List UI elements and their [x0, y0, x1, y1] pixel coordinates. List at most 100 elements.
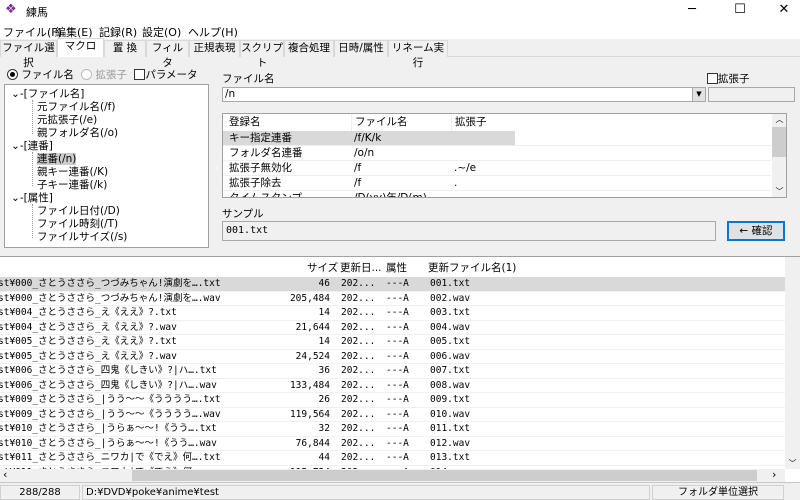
tree-item[interactable]: 連番(/n)	[37, 153, 77, 166]
col-header-name[interactable]: 登録名	[229, 114, 261, 131]
tab-filter[interactable]: フィルタ	[146, 40, 189, 69]
file-size: 14	[318, 336, 330, 347]
tree-item[interactable]: 子キー連番(/k)	[37, 179, 107, 192]
file-attr: ---A	[386, 452, 409, 463]
radio-filename[interactable]: ファイル名	[7, 69, 74, 81]
tree-item[interactable]: 親フォルダ名(/o)	[37, 127, 118, 140]
list-hscrollbar[interactable]: ‹ ›	[0, 468, 785, 482]
scroll-right-icon[interactable]: ›	[772, 468, 776, 481]
macro-row[interactable]: タイムスタンプ/D(yy)年/D(m)	[223, 191, 771, 198]
file-new-name: 008.wav	[430, 379, 471, 391]
file-row[interactable]: st¥006_さとうささら_四鬼《しきい》?|ハ….wav 133,484 202.…	[0, 379, 785, 393]
menu-record[interactable]: 記録(R)	[99, 24, 137, 40]
file-date: 202...	[341, 292, 376, 304]
tree-item-label: 元拡張子(/e)	[37, 114, 98, 126]
hscroll-thumb[interactable]	[132, 470, 757, 481]
tab-replace[interactable]: 置 換	[104, 40, 146, 57]
col-header-size[interactable]: サイズ	[307, 259, 338, 277]
list-vscrollbar[interactable]: ﹀	[785, 257, 800, 469]
tab-script[interactable]: スクリプト	[240, 40, 284, 69]
menu-file[interactable]: ファイル(F)	[3, 24, 62, 40]
file-row[interactable]: st¥004_さとうささら_え《ええ》?.txt 14 202... ---A 003.…	[0, 306, 785, 321]
tab-rename[interactable]: リネーム実行	[388, 40, 448, 69]
status-count: 288/288	[0, 485, 80, 500]
file-row[interactable]: st¥010_さとうささら_|うらぁ〜〜!《うう….txt 32 202... ---…	[0, 422, 785, 437]
file-row[interactable]: st¥005_さとうささら_え《ええ》?.txt 14 202... ---A 005.…	[0, 335, 785, 350]
tree-item[interactable]: ファイルサイズ(/s)	[37, 231, 127, 244]
file-row[interactable]: st¥011_さとうささら_ニワカ|で《でえ》何….txt 44 202... ---…	[0, 451, 785, 466]
ext-input[interactable]	[708, 87, 795, 102]
radio-filename-label: ファイル名	[21, 69, 74, 81]
macro-row[interactable]: 拡張子除去/f.	[223, 176, 771, 191]
chevron-down-icon[interactable]: ⌄	[11, 192, 20, 204]
file-size: 133,484	[289, 379, 330, 391]
tree-group[interactable]: ⌄-[ファイル名]	[11, 88, 84, 101]
radio-extension[interactable]: 拡張子	[81, 69, 127, 81]
file-row[interactable]: st¥006_さとうささら_四鬼《しきい》?|ハ….txt 36 202... ---…	[0, 364, 785, 379]
file-attr: ---A	[386, 292, 409, 304]
tab-datetime[interactable]: 日時/属性	[334, 40, 388, 57]
macro-name: タイムスタンプ	[229, 192, 302, 198]
file-row[interactable]: st¥009_さとうささら_|うう〜〜《うううう….wav 119,564 202.…	[0, 408, 785, 422]
file-row[interactable]: st¥000_さとうささら_つづみちゃん!演劇を….txt 46 202... ---…	[0, 277, 785, 292]
col-header-newname[interactable]: 更新ファイル名(1)	[428, 259, 516, 277]
tab-regex[interactable]: 正規表現	[189, 40, 240, 57]
macro-scrollbar[interactable]: ︿ ﹀	[772, 114, 786, 197]
menu-settings[interactable]: 設定(O)	[142, 24, 181, 40]
filename-combo[interactable]: /n ▼	[222, 87, 706, 102]
tab-macro[interactable]: マクロ	[57, 38, 104, 57]
tree-item[interactable]: 元拡張子(/e)	[37, 114, 97, 127]
tree-item[interactable]: 元ファイル名(/f)	[37, 101, 115, 114]
file-row[interactable]: st¥010_さとうささら_|うらぁ〜〜!《うう….wav 76,844 202..…	[0, 437, 785, 451]
file-size: 36	[318, 365, 330, 376]
macro-row[interactable]: キー指定連番/f/K/k	[223, 131, 771, 146]
tree-group-label: [連番]	[23, 140, 53, 152]
file-row[interactable]: st¥000_さとうささら_つづみちゃん!演劇を….wav 205,484 202.…	[0, 292, 785, 306]
scroll-up-icon[interactable]: ︿	[772, 114, 786, 125]
tree-item[interactable]: ファイル日付(/D)	[37, 205, 120, 218]
file-new-name: 003.txt	[430, 307, 471, 318]
macro-table-header: 登録名 ファイル名 拡張子	[223, 114, 771, 131]
close-button[interactable]: ✕	[762, 0, 800, 22]
tree-item[interactable]: ファイル時刻(/T)	[37, 218, 118, 231]
macro-tree[interactable]: ⌄-[ファイル名] 元ファイル名(/f) 元拡張子(/e) 親フォルダ名(/o) ⌄-[…	[4, 84, 209, 248]
ext-checkbox[interactable]: 拡張子	[707, 71, 750, 86]
chevron-down-icon[interactable]: ⌄	[11, 140, 20, 152]
confirm-button[interactable]: ← 確認	[727, 221, 785, 241]
scroll-down-icon[interactable]: ﹀	[772, 186, 786, 197]
file-new-name: 004.wav	[430, 321, 471, 333]
scroll-thumb[interactable]	[772, 127, 786, 157]
tab-file-select[interactable]: ファイル選択	[0, 40, 57, 69]
file-size: 205,484	[289, 292, 330, 304]
file-original-name: st¥004_さとうささら_え《ええ》?.wav	[0, 321, 177, 333]
col-header-date[interactable]: 更新日...	[340, 259, 382, 277]
col-header-ext[interactable]: 拡張子	[451, 114, 487, 131]
macro-filename: /f	[354, 177, 362, 189]
status-path: D:¥DVD¥poke¥anime¥test	[82, 485, 650, 500]
col-header-attr[interactable]: 属性	[386, 259, 407, 277]
col-header-filename[interactable]: ファイル名	[351, 114, 408, 131]
file-new-name: 010.wav	[430, 408, 471, 420]
tree-item-label: 元ファイル名(/f)	[37, 101, 116, 113]
chevron-down-icon[interactable]: ⌄	[11, 88, 20, 100]
scroll-down-icon[interactable]: ﹀	[785, 458, 800, 469]
tree-item[interactable]: 親キー連番(/K)	[37, 166, 108, 179]
file-new-name: 011.txt	[430, 423, 471, 434]
parameter-checkbox[interactable]: パラメータ	[134, 69, 198, 81]
file-date: 202...	[341, 365, 376, 376]
menu-help[interactable]: ヘルプ(H)	[188, 24, 238, 40]
file-row[interactable]: st¥009_さとうささら_|うう〜〜《うううう….txt 26 202... ---…	[0, 393, 785, 408]
scroll-left-icon[interactable]: ‹	[3, 468, 7, 481]
file-row[interactable]: st¥005_さとうささら_え《ええ》?.wav 24,524 202... ---A…	[0, 350, 785, 364]
minimize-button[interactable]: ─	[670, 0, 714, 22]
macro-row[interactable]: フォルダ名連番/o/n	[223, 146, 771, 161]
macro-filename: /f/K/k	[354, 132, 382, 144]
dropdown-arrow-icon[interactable]: ▼	[692, 88, 705, 101]
file-new-name: 007.txt	[430, 365, 471, 376]
file-row[interactable]: st¥004_さとうささら_え《ええ》?.wav 21,644 202... ---A…	[0, 321, 785, 335]
tab-compound[interactable]: 複合処理	[284, 40, 334, 57]
macro-row[interactable]: 拡張子無効化/f .~/e	[223, 161, 771, 176]
maximize-button[interactable]: ☐	[718, 0, 762, 22]
file-list[interactable]: サイズ 更新日... 属性 更新ファイル名(1) st¥000_さとうささら_つ…	[0, 256, 800, 482]
file-date: 202...	[341, 278, 376, 289]
